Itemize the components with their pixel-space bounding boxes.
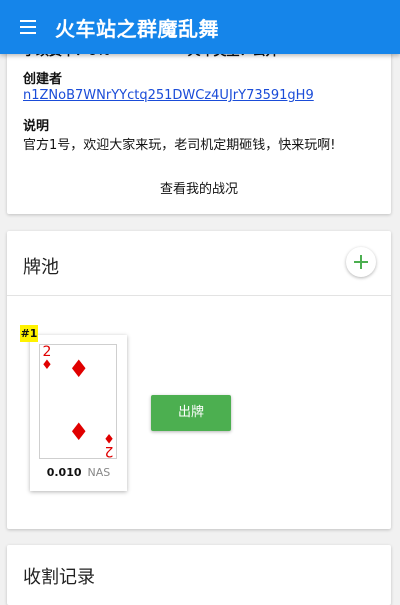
menu-icon[interactable] [20, 20, 36, 34]
diamond-icon: ♦ [103, 430, 115, 445]
creator-address-link[interactable]: n1ZNoB7WNrYYctq251DWCz4UJrY73591gH9 [23, 88, 314, 103]
description-label: 说明 [23, 119, 50, 134]
diamond-icon: ♦ [41, 358, 53, 373]
page-title: 火车站之群魔乱舞 [55, 17, 219, 41]
card-corner-top: 2 ♦ [41, 345, 53, 373]
card-corner-bottom: 2 ♦ [103, 430, 115, 459]
playing-card[interactable]: 2 ♦ ♦ ♦ 2 ♦ 0.010 NAS [30, 335, 127, 491]
card-rank: 2 [104, 443, 114, 459]
diamond-icon: ♦ [68, 355, 90, 383]
harvest-records-card: 收割记录 [7, 545, 391, 605]
price-unit: NAS [87, 466, 111, 479]
price-value: 0.010 [46, 466, 82, 479]
divider [7, 295, 391, 296]
card-pool-card: 牌池 #1 2 ♦ ♦ ♦ 2 ♦ 0.010 NAS 出牌 [7, 231, 391, 529]
card-price: 0.010 NAS [30, 466, 127, 479]
play-card-button[interactable]: 出牌 [151, 395, 231, 431]
add-card-button[interactable] [346, 247, 376, 277]
view-my-stats-link[interactable]: 查看我的战况 [7, 178, 391, 197]
harvest-records-title: 收割记录 [23, 567, 95, 588]
creator-label: 创建者 [23, 72, 63, 87]
card-face: 2 ♦ ♦ ♦ 2 ♦ [39, 344, 117, 459]
diamond-icon: ♦ [68, 418, 90, 446]
card-pool-title: 牌池 [23, 257, 59, 278]
rank-badge: #1 [20, 325, 38, 342]
app-header: 火车站之群魔乱舞 [0, 0, 400, 54]
description-text: 官方1号，欢迎大家来玩，老司机定期砸钱，快来玩啊! [23, 138, 336, 153]
